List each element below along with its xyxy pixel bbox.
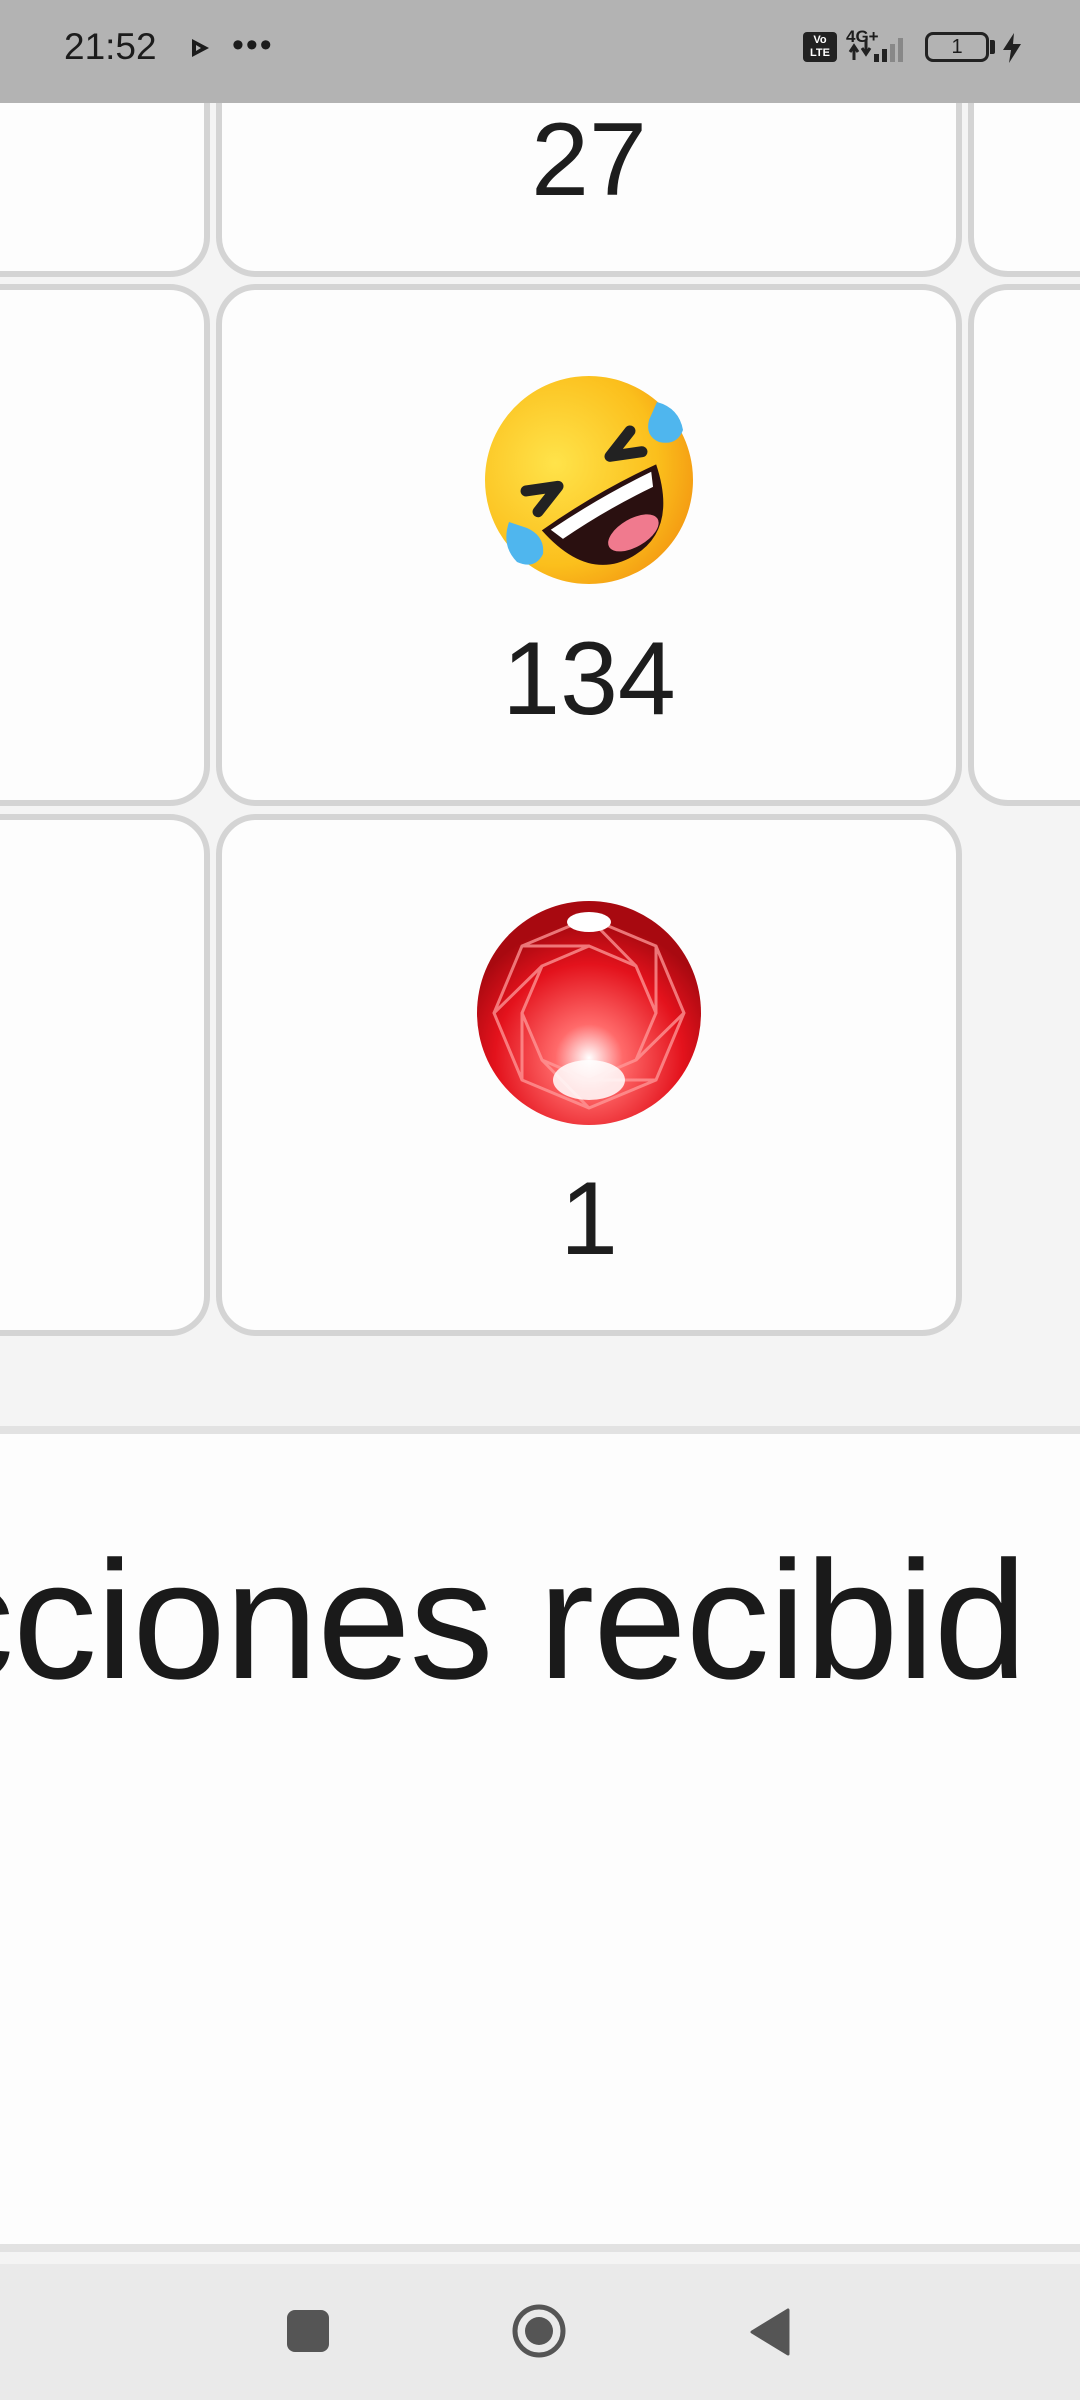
reaction-count: 1	[560, 1161, 618, 1277]
navigation-bar	[0, 2264, 1080, 2400]
status-time: 21:52	[64, 26, 157, 67]
more-dots-icon: •••	[232, 26, 274, 64]
rolling-on-floor-laughing-icon	[485, 376, 693, 584]
reaction-tile[interactable]: 134	[216, 284, 962, 806]
received-reactions-section: cciones recibid	[0, 1434, 1080, 2244]
section-title: cciones recibid	[0, 1526, 1027, 1714]
back-triangle-icon[interactable]	[748, 2308, 790, 2356]
reaction-tile[interactable]: 27	[216, 103, 962, 277]
signal-icon	[848, 38, 903, 62]
battery-icon: 1	[925, 32, 989, 62]
reaction-tile[interactable]: 1	[216, 814, 962, 1336]
reaction-tile[interactable]	[0, 814, 210, 1336]
status-bar: 21:52 ••• Vo LTE 4G+ 1	[0, 0, 1080, 103]
charging-icon	[1003, 33, 1021, 63]
home-circle-icon[interactable]	[511, 2303, 567, 2359]
reaction-tile[interactable]	[968, 103, 1080, 277]
reaction-tile[interactable]	[0, 284, 210, 806]
battery-level: 1	[951, 36, 963, 58]
red-gem-icon	[477, 901, 701, 1125]
recents-square-icon[interactable]	[287, 2310, 329, 2352]
reaction-count: 27	[531, 103, 647, 218]
reaction-tile[interactable]	[968, 284, 1080, 806]
section-divider	[0, 1426, 1080, 1434]
section-divider	[0, 2244, 1080, 2252]
play-icon	[192, 39, 209, 57]
reaction-tile[interactable]	[0, 103, 210, 277]
battery-tip	[990, 40, 995, 54]
volte-icon: Vo LTE	[803, 32, 837, 62]
reactions-grid: 27 134 1	[0, 103, 1080, 1428]
reaction-count: 134	[502, 621, 676, 737]
